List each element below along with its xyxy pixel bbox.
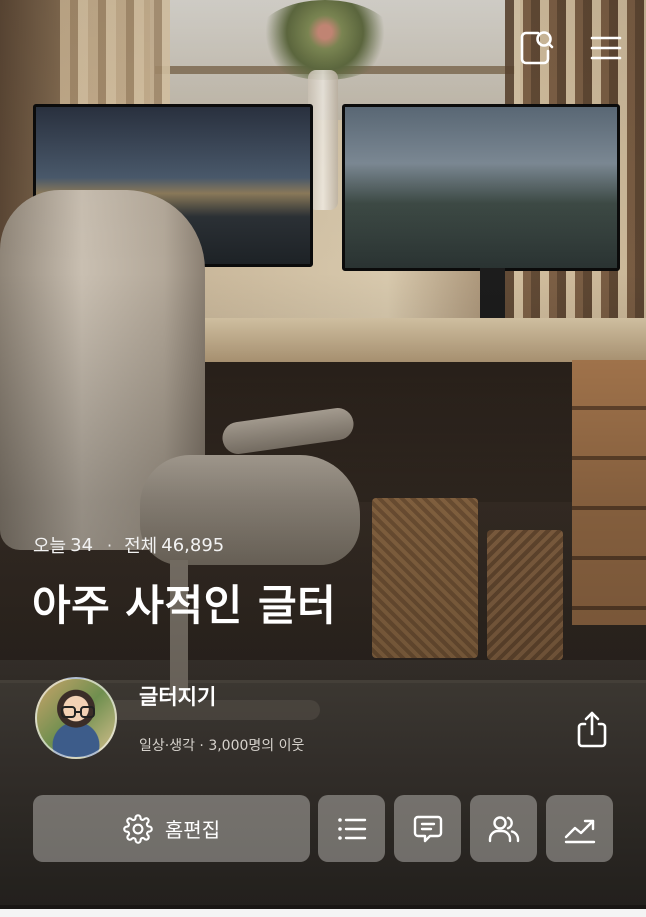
stats-separator: ·	[107, 535, 113, 555]
people-icon	[488, 815, 519, 842]
search-button[interactable]	[516, 28, 556, 68]
today-count: 34	[70, 534, 94, 556]
statistics-button[interactable]	[546, 795, 613, 862]
share-button[interactable]	[574, 709, 610, 749]
cover-shade-overlay	[0, 0, 646, 910]
post-list-button[interactable]	[318, 795, 385, 862]
avatar[interactable]	[35, 677, 117, 759]
bottom-divider	[0, 909, 646, 917]
avatar-glasses	[61, 706, 95, 718]
blog-cover-image	[0, 0, 646, 910]
search-doc-icon	[520, 31, 554, 65]
today-label: 오늘	[33, 536, 67, 557]
guestbook-button[interactable]	[394, 795, 461, 862]
visitor-stats: 오늘 34 · 전체 46,895	[33, 532, 224, 558]
hamburger-menu-icon	[590, 36, 622, 60]
edit-home-button[interactable]: 홈편집	[33, 795, 310, 862]
total-label: 전체	[124, 536, 158, 557]
blog-title[interactable]: 아주 사적인 글터	[32, 572, 336, 633]
edit-home-label: 홈편집	[164, 818, 221, 842]
share-icon	[577, 711, 607, 748]
trend-chart-icon	[564, 819, 595, 843]
list-icon	[337, 817, 366, 840]
gear-icon	[123, 813, 153, 844]
neighbors-button[interactable]	[470, 795, 537, 862]
profile-nickname[interactable]: 글터지기	[139, 681, 216, 711]
menu-button[interactable]	[586, 28, 626, 68]
total-count: 46,895	[161, 534, 225, 556]
profile-meta: 일상·생각 · 3,000명의 이웃	[139, 738, 305, 754]
comment-icon	[413, 815, 442, 842]
